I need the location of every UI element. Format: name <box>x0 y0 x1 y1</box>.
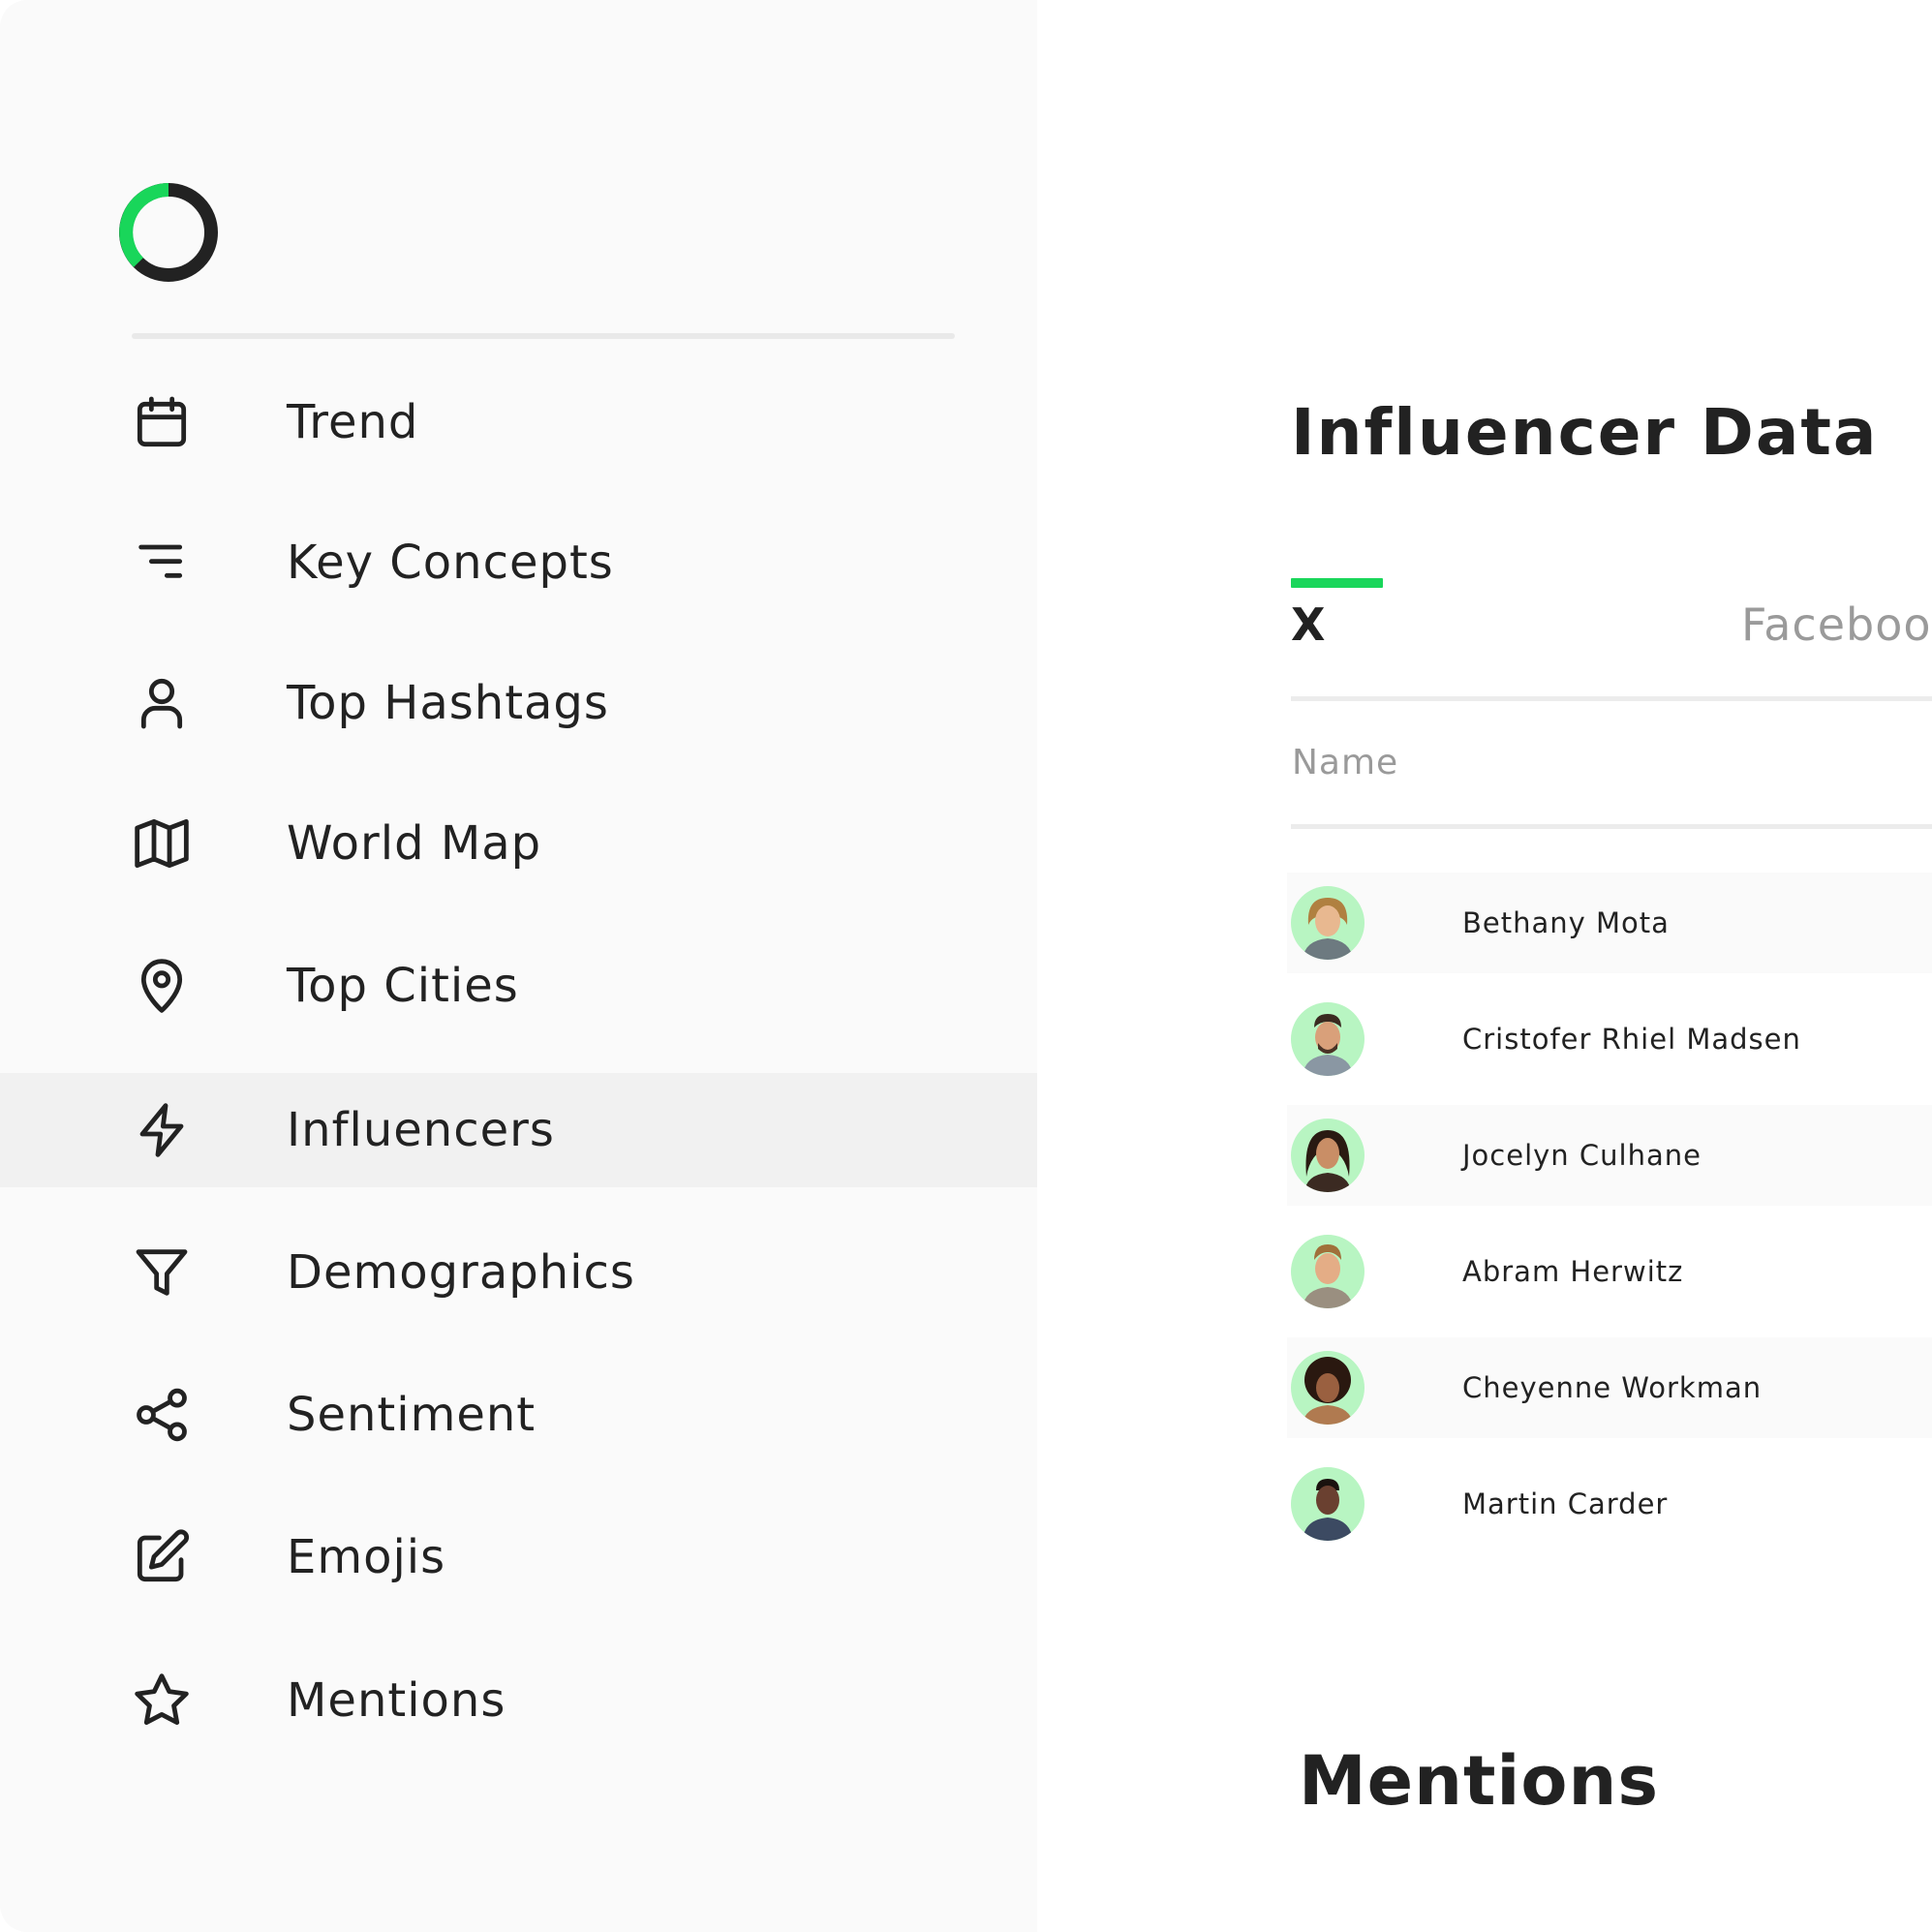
table-row[interactable]: Abram Herwitz <box>1287 1221 1932 1322</box>
funnel-icon <box>127 1238 197 1307</box>
sidebar-item-label: Demographics <box>287 1245 635 1300</box>
main-panel: Influencer Data X Faceboo Name Bethany M… <box>1037 0 1932 1932</box>
sidebar-item-label: Sentiment <box>287 1388 537 1442</box>
tab-x[interactable]: X <box>1291 598 1325 651</box>
table-row[interactable]: Bethany Mota <box>1287 873 1932 973</box>
avatar <box>1291 1119 1365 1192</box>
tabs-divider <box>1291 696 1932 701</box>
sidebar-item-label: Top Hashtags <box>287 676 609 730</box>
avatar <box>1291 1351 1365 1425</box>
section-title-mentions: Mentions <box>1299 1741 1660 1821</box>
avatar <box>1291 1467 1365 1541</box>
table-row[interactable]: Jocelyn Culhane <box>1287 1105 1932 1206</box>
header-divider <box>1291 824 1932 829</box>
calendar-icon <box>127 387 197 457</box>
tab-facebook[interactable]: Faceboo <box>1741 598 1932 651</box>
influencer-name: Martin Carder <box>1462 1487 1669 1520</box>
sidebar-item-world-map[interactable]: World Map <box>0 786 1037 901</box>
avatar <box>1291 1002 1365 1076</box>
sidebar-item-top-hashtags[interactable]: Top Hashtags <box>0 646 1037 760</box>
sidebar-item-top-cities[interactable]: Top Cities <box>0 929 1037 1043</box>
sidebar-item-trend[interactable]: Trend <box>0 365 1037 479</box>
influencer-name: Abram Herwitz <box>1462 1255 1684 1288</box>
star-icon <box>127 1666 197 1735</box>
sidebar-item-influencers[interactable]: Influencers <box>0 1073 1037 1187</box>
page-title: Influencer Data <box>1291 395 1879 470</box>
sidebar-item-mentions[interactable]: Mentions <box>0 1643 1037 1758</box>
sidebar-divider <box>132 333 955 339</box>
sidebar: Trend Key Concepts Top Hashtags World Ma… <box>0 0 1037 1932</box>
sidebar-item-sentiment[interactable]: Sentiment <box>0 1358 1037 1472</box>
influencer-name: Cheyenne Workman <box>1462 1371 1763 1404</box>
table-row[interactable]: Martin Carder <box>1287 1454 1932 1554</box>
filter-lines-icon <box>127 528 197 598</box>
map-pin-icon <box>127 951 197 1021</box>
sidebar-item-emojis[interactable]: Emojis <box>0 1500 1037 1614</box>
influencer-name: Jocelyn Culhane <box>1462 1139 1702 1172</box>
sidebar-item-label: Trend <box>287 395 419 449</box>
avatar <box>1291 1235 1365 1308</box>
sidebar-item-demographics[interactable]: Demographics <box>0 1215 1037 1330</box>
edit-icon <box>127 1522 197 1592</box>
sidebar-item-label: Mentions <box>287 1673 506 1728</box>
sidebar-item-label: World Map <box>287 816 542 871</box>
table-row[interactable]: Cheyenne Workman <box>1287 1337 1932 1438</box>
sidebar-item-label: Influencers <box>287 1103 555 1157</box>
influencer-name: Cristofer Rhiel Madsen <box>1462 1023 1801 1056</box>
sidebar-item-label: Emojis <box>287 1530 446 1584</box>
ring-logo-icon[interactable] <box>114 178 223 287</box>
sidebar-item-label: Key Concepts <box>287 536 614 590</box>
column-header-name[interactable]: Name <box>1292 743 1398 782</box>
sidebar-item-label: Top Cities <box>287 959 519 1013</box>
avatar <box>1291 886 1365 960</box>
share-icon <box>127 1380 197 1450</box>
influencer-name: Bethany Mota <box>1462 906 1670 939</box>
active-tab-indicator <box>1291 578 1383 588</box>
table-row[interactable]: Cristofer Rhiel Madsen <box>1287 989 1932 1089</box>
sidebar-item-key-concepts[interactable]: Key Concepts <box>0 506 1037 620</box>
user-icon <box>127 668 197 738</box>
map-icon <box>127 809 197 878</box>
lightning-icon <box>127 1095 197 1165</box>
